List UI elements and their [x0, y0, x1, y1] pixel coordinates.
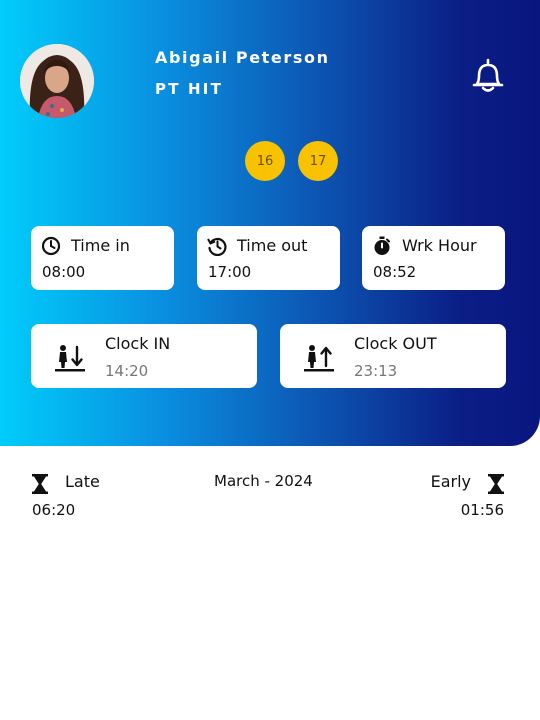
time-out-card: Time out 17:00	[197, 226, 340, 290]
clock-in-icon	[55, 344, 89, 372]
day-chip-16[interactable]: 16	[245, 141, 285, 181]
day-chip-17[interactable]: 17	[298, 141, 338, 181]
stopwatch-icon	[372, 236, 392, 256]
month-label: March - 2024	[214, 472, 313, 490]
work-hour-value: 08:52	[373, 263, 417, 281]
time-out-label: Time out	[237, 236, 308, 255]
early-label: Early	[430, 472, 471, 491]
time-in-card: Time in 08:00	[31, 226, 174, 290]
clock-out-label: Clock OUT	[354, 334, 437, 353]
late-value: 06:20	[32, 501, 76, 519]
time-out-value: 17:00	[208, 263, 252, 281]
early-value: 01:56	[460, 501, 504, 519]
user-name: Abigail Peterson	[155, 48, 330, 67]
user-role: PT HIT	[155, 80, 224, 98]
late-label: Late	[65, 472, 100, 491]
time-in-value: 08:00	[42, 263, 86, 281]
avatar[interactable]	[20, 44, 94, 118]
history-icon	[207, 236, 227, 257]
clock-out-button[interactable]: Clock OUT 23:13	[280, 324, 506, 388]
clock-icon	[41, 236, 61, 256]
hourglass-icon	[32, 474, 48, 494]
clock-in-label: Clock IN	[105, 334, 171, 353]
work-hour-card: Wrk Hour 08:52	[362, 226, 505, 290]
clock-in-value: 14:20	[105, 362, 149, 380]
work-hour-label: Wrk Hour	[402, 236, 477, 255]
clock-out-icon	[304, 344, 338, 372]
profile-header: Abigail Peterson PT HIT 16 17 Time in 08…	[0, 0, 540, 446]
time-in-label: Time in	[71, 236, 130, 255]
bell-icon[interactable]	[468, 56, 508, 96]
clock-in-button[interactable]: Clock IN 14:20	[31, 324, 257, 388]
clock-out-value: 23:13	[354, 362, 398, 380]
hourglass-icon	[488, 474, 504, 494]
